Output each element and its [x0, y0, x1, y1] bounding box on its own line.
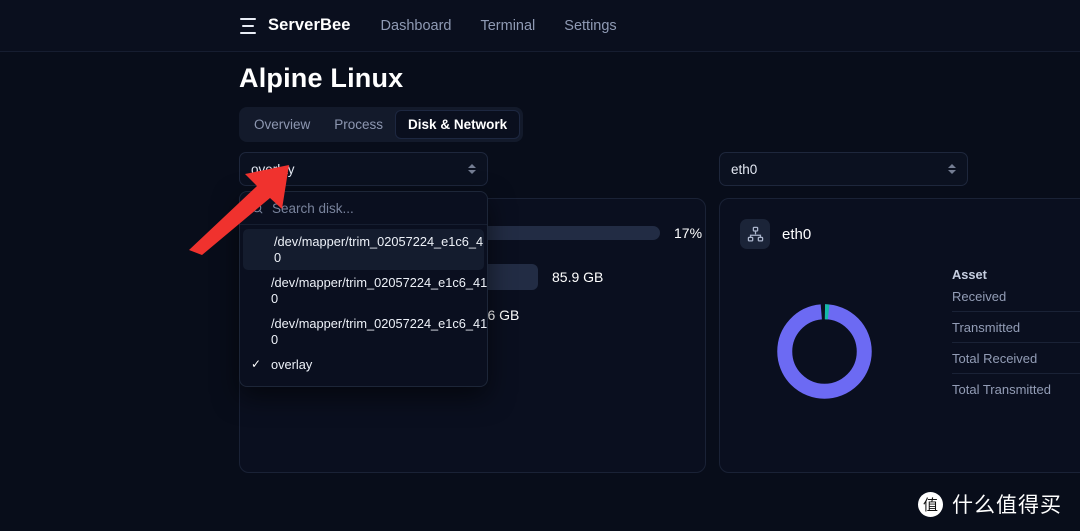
- network-donut-chart: [772, 299, 877, 404]
- disk-option-1-label2: 0: [271, 290, 279, 306]
- bar-total-value: 85.9 GB: [552, 269, 604, 285]
- brand-title: ServerBee: [268, 16, 351, 34]
- disk-search-row[interactable]: Search disk...: [240, 192, 487, 225]
- watermark-logo: 值: [918, 491, 943, 517]
- disk-option-2-label2: 0: [271, 331, 279, 347]
- disk-option-0-label2: 0: [274, 249, 282, 265]
- disk-select-value: overlay: [251, 161, 295, 177]
- header-inner: ServerBee Dashboard Terminal Settings: [240, 16, 617, 35]
- tab-disk-network[interactable]: Disk & Network: [395, 110, 521, 139]
- disk-search-input[interactable]: Search disk...: [272, 201, 354, 216]
- disk-option-3-label: overlay: [271, 357, 313, 372]
- tab-overview[interactable]: Overview: [242, 110, 322, 139]
- bar-usage-value: 17%: [674, 225, 703, 241]
- search-icon: [252, 203, 263, 213]
- table-row-total-received: Total Received: [952, 342, 1080, 373]
- tab-process[interactable]: Process: [322, 110, 395, 139]
- disk-select[interactable]: overlay: [239, 152, 488, 186]
- hamburger-menu-icon[interactable]: [240, 17, 258, 34]
- nav-item-settings[interactable]: Settings: [564, 18, 616, 34]
- disk-option-1-label: /dev/mapper/trim_02057224_e1c6_410: [271, 275, 487, 290]
- app-root: ServerBee Dashboard Terminal Settings Al…: [0, 0, 1080, 531]
- disk-option-0-label: /dev/mapper/trim_02057224_e1c6_410: [274, 234, 484, 249]
- main-nav: Dashboard Terminal Settings: [381, 18, 617, 34]
- network-card: eth0 Asset Received Transmitted Total Re…: [719, 198, 1080, 473]
- table-row-received: Received: [952, 289, 1007, 304]
- chevron-updown-icon: [468, 164, 476, 174]
- watermark-text: 什么值得买: [952, 493, 1062, 517]
- watermark: 值 什么值得买: [918, 489, 1062, 519]
- check-icon: ✓: [251, 357, 262, 371]
- nav-item-dashboard[interactable]: Dashboard: [381, 18, 452, 34]
- app-header: ServerBee Dashboard Terminal Settings: [0, 0, 1080, 52]
- table-header-asset: Asset: [952, 267, 987, 282]
- disk-option-list: /dev/mapper/trim_02057224_e1c6_410 0 /de…: [240, 225, 487, 382]
- table-row-transmitted: Transmitted: [952, 311, 1080, 342]
- chevron-updown-icon: [948, 164, 956, 174]
- network-select[interactable]: eth0: [719, 152, 968, 186]
- table-row-total-transmitted: Total Transmitted: [952, 373, 1080, 404]
- disk-dropdown-panel[interactable]: Search disk... /dev/mapper/trim_02057224…: [239, 191, 488, 387]
- nav-item-terminal[interactable]: Terminal: [480, 18, 535, 34]
- network-card-header: eth0: [740, 219, 811, 249]
- disk-option-2[interactable]: /dev/mapper/trim_02057224_e1c6_410 0: [240, 311, 487, 352]
- disk-option-0[interactable]: /dev/mapper/trim_02057224_e1c6_410 0: [243, 229, 484, 270]
- disk-option-1[interactable]: /dev/mapper/trim_02057224_e1c6_410 0: [240, 270, 487, 311]
- disk-option-2-label: /dev/mapper/trim_02057224_e1c6_410: [271, 316, 487, 331]
- disk-option-3[interactable]: ✓ overlay: [240, 352, 487, 378]
- network-select-value: eth0: [731, 161, 758, 177]
- network-card-title: eth0: [782, 225, 812, 243]
- page-title: Alpine Linux: [239, 63, 404, 93]
- network-asset-table: Asset Received Transmitted Total Receive…: [952, 267, 1080, 404]
- tab-bar: Overview Process Disk & Network: [239, 107, 524, 142]
- network-node-icon: [740, 219, 770, 249]
